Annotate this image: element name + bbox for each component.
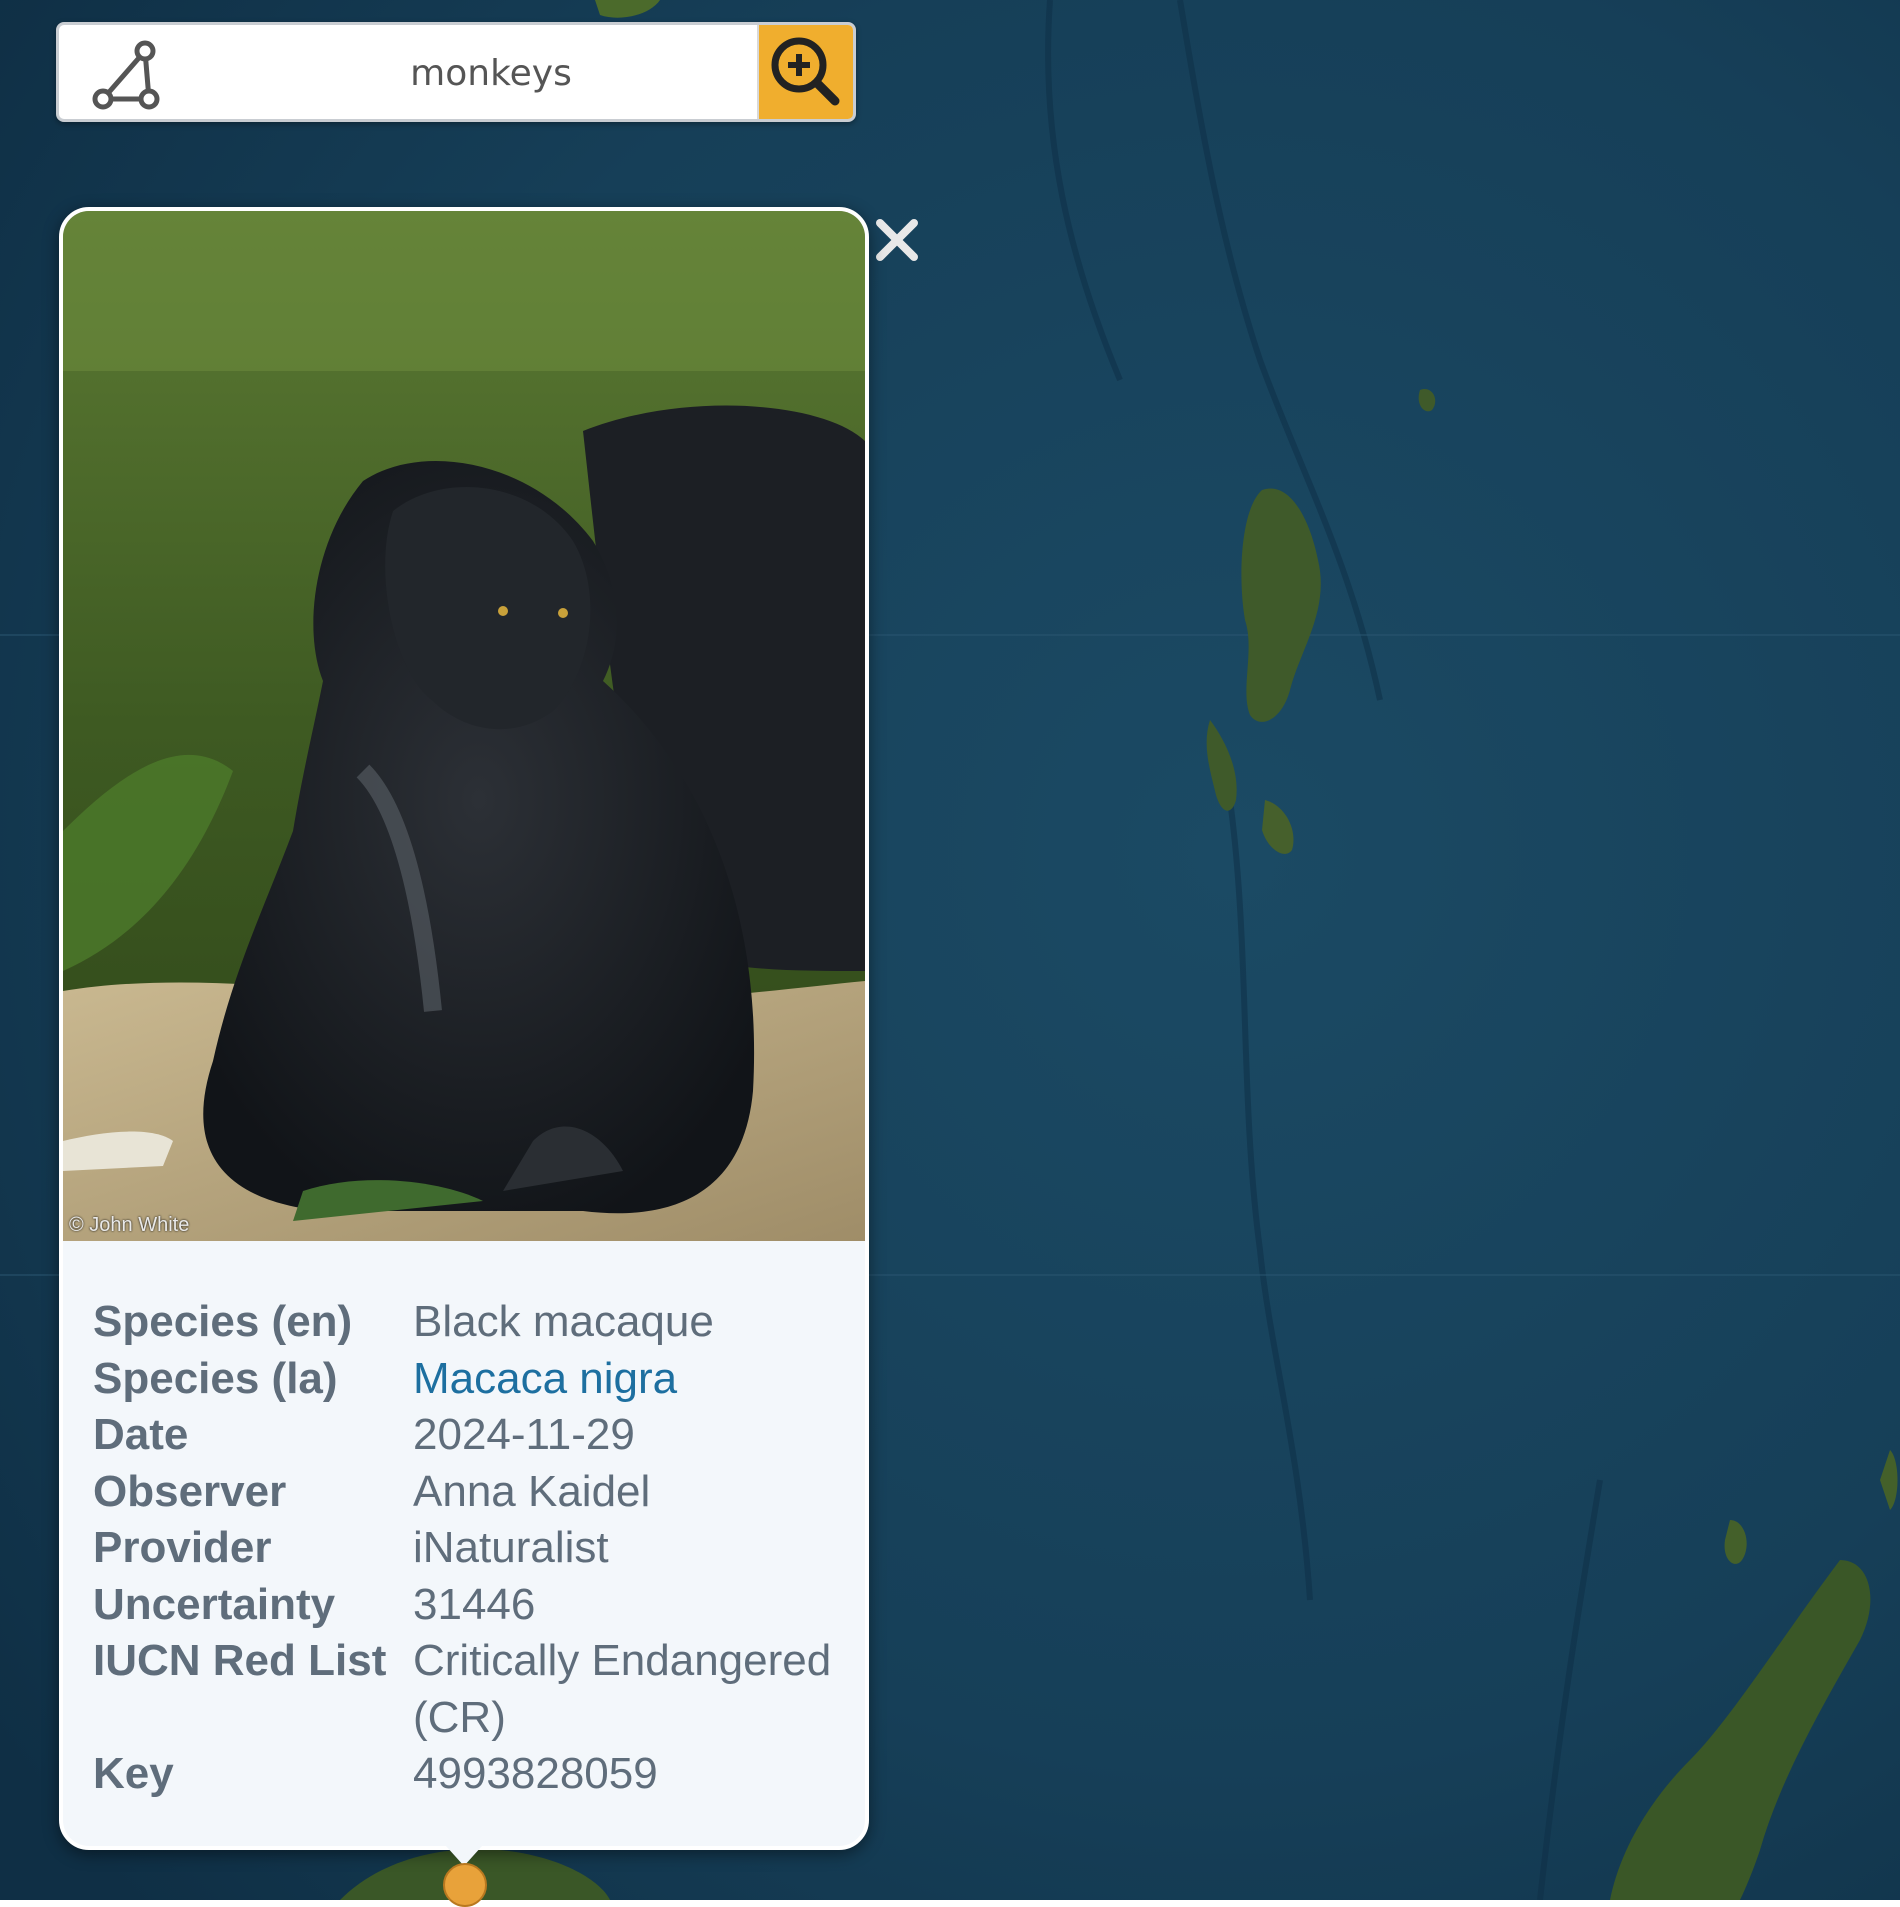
search-bar: [56, 22, 856, 122]
species-photo: [63, 211, 865, 1241]
photo-credit: © John White: [69, 1214, 190, 1236]
detail-row-species-la: Species (la) Macaca nigra: [93, 1351, 853, 1408]
detail-row-provider: Provider iNaturalist: [93, 1520, 853, 1577]
detail-row-observer: Observer Anna Kaidel: [93, 1464, 853, 1521]
detail-row-species-en: Species (en) Black macaque: [93, 1294, 853, 1351]
occurrence-popup: © John White Species (en) Black macaque …: [59, 207, 869, 1850]
detail-label: Date: [93, 1410, 189, 1459]
close-icon: [876, 219, 918, 261]
polygon-draw-icon[interactable]: [87, 37, 163, 113]
search-button[interactable]: [757, 25, 853, 119]
detail-label: Species (la): [93, 1353, 338, 1403]
data-provider: iNaturalist: [413, 1523, 609, 1572]
occurrence-details: Species (en) Black macaque Species (la) …: [93, 1294, 853, 1803]
observation-date: 2024-11-29: [413, 1410, 635, 1459]
detail-label: IUCN Red List: [93, 1636, 387, 1685]
species-english-name: Black macaque: [413, 1297, 714, 1346]
detail-label: Provider: [93, 1523, 272, 1572]
occurrence-key: 4993828059: [413, 1749, 658, 1798]
detail-label: Uncertainty: [93, 1579, 336, 1629]
detail-label: Observer: [93, 1466, 287, 1516]
detail-label: Key: [93, 1749, 174, 1798]
detail-row-key: Key 4993828059: [93, 1746, 853, 1803]
detail-label: Species (en): [93, 1297, 353, 1346]
zoom-in-search-icon: [771, 37, 840, 106]
occurrence-marker[interactable]: [443, 1863, 487, 1907]
detail-row-date: Date 2024-11-29: [93, 1407, 853, 1464]
species-latin-name-link[interactable]: Macaca nigra: [413, 1351, 853, 1408]
coordinate-uncertainty: 31446: [413, 1579, 536, 1629]
iucn-status: Critically Endangered (CR): [413, 1636, 832, 1742]
search-input[interactable]: [199, 25, 783, 119]
detail-row-iucn: IUCN Red List Critically Endangered (CR): [93, 1633, 853, 1746]
detail-row-uncertainty: Uncertainty 31446: [93, 1577, 853, 1634]
close-popup-button[interactable]: [872, 215, 922, 265]
observer-name: Anna Kaidel: [413, 1466, 651, 1516]
